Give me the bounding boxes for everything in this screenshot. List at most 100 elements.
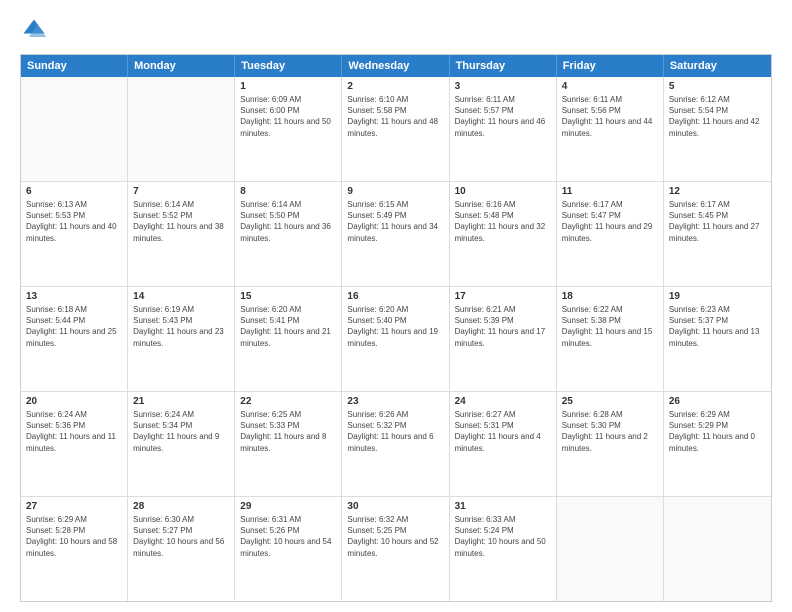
day-number: 3 bbox=[455, 81, 551, 92]
cell-content: Sunrise: 6:10 AM Sunset: 5:58 PM Dayligh… bbox=[347, 94, 443, 139]
calendar-cell: 20 Sunrise: 6:24 AM Sunset: 5:36 PM Dayli… bbox=[21, 392, 128, 496]
cell-content: Sunrise: 6:17 AM Sunset: 5:47 PM Dayligh… bbox=[562, 199, 658, 244]
calendar-cell: 16Sunrise: 6:20 AM Sunset: 5:40 PM Dayli… bbox=[342, 287, 449, 391]
calendar-cell: 22Sunrise: 6:25 AM Sunset: 5:33 PM Dayli… bbox=[235, 392, 342, 496]
cell-content: Sunrise: 6:24 AM Sunset: 5:36 PM Dayligh… bbox=[26, 409, 122, 454]
cell-content: Sunrise: 6:26 AM Sunset: 5:32 PM Dayligh… bbox=[347, 409, 443, 454]
cell-content: Sunrise: 6:12 AM Sunset: 5:54 PM Dayligh… bbox=[669, 94, 766, 139]
day-number: 29 bbox=[240, 501, 336, 512]
calendar-cell: 19 Sunrise: 6:23 AM Sunset: 5:37 PM Dayli… bbox=[664, 287, 771, 391]
calendar-cell: 30 Sunrise: 6:32 AM Sunset: 5:25 PM Dayli… bbox=[342, 497, 449, 601]
cell-content: Sunrise: 6:29 AM Sunset: 5:28 PM Dayligh… bbox=[26, 514, 122, 559]
calendar-week-4: 20 Sunrise: 6:24 AM Sunset: 5:36 PM Dayli… bbox=[21, 392, 771, 497]
day-number: 9 bbox=[347, 186, 443, 197]
cell-content: Sunrise: 6:09 AM Sunset: 6:00 PM Dayligh… bbox=[240, 94, 336, 139]
day-number: 4 bbox=[562, 81, 658, 92]
calendar-cell: 21 Sunrise: 6:24 AM Sunset: 5:34 PM Dayli… bbox=[128, 392, 235, 496]
cell-content: Sunrise: 6:20 AM Sunset: 5:41 PM Dayligh… bbox=[240, 304, 336, 349]
day-number: 27 bbox=[26, 501, 122, 512]
calendar-cell: 10 Sunrise: 6:16 AM Sunset: 5:48 PM Dayli… bbox=[450, 182, 557, 286]
day-number: 15 bbox=[240, 291, 336, 302]
day-number: 22 bbox=[240, 396, 336, 407]
cell-content: Sunrise: 6:30 AM Sunset: 5:27 PM Dayligh… bbox=[133, 514, 229, 559]
day-number: 11 bbox=[562, 186, 658, 197]
cell-content: Sunrise: 6:22 AM Sunset: 5:38 PM Dayligh… bbox=[562, 304, 658, 349]
header-cell-friday: Friday bbox=[557, 55, 664, 77]
cell-content: Sunrise: 6:32 AM Sunset: 5:25 PM Dayligh… bbox=[347, 514, 443, 559]
header-cell-tuesday: Tuesday bbox=[235, 55, 342, 77]
day-number: 6 bbox=[26, 186, 122, 197]
calendar-cell: 5Sunrise: 6:12 AM Sunset: 5:54 PM Daylig… bbox=[664, 77, 771, 181]
header-cell-sunday: Sunday bbox=[21, 55, 128, 77]
calendar-cell bbox=[128, 77, 235, 181]
calendar-week-5: 27 Sunrise: 6:29 AM Sunset: 5:28 PM Dayli… bbox=[21, 497, 771, 601]
cell-content: Sunrise: 6:23 AM Sunset: 5:37 PM Dayligh… bbox=[669, 304, 766, 349]
day-number: 28 bbox=[133, 501, 229, 512]
day-number: 24 bbox=[455, 396, 551, 407]
calendar-cell: 2 Sunrise: 6:10 AM Sunset: 5:58 PM Daylig… bbox=[342, 77, 449, 181]
cell-content: Sunrise: 6:27 AM Sunset: 5:31 PM Dayligh… bbox=[455, 409, 551, 454]
day-number: 26 bbox=[669, 396, 766, 407]
calendar-cell bbox=[557, 497, 664, 601]
day-number: 23 bbox=[347, 396, 443, 407]
calendar-cell: 15 Sunrise: 6:20 AM Sunset: 5:41 PM Dayli… bbox=[235, 287, 342, 391]
day-number: 2 bbox=[347, 81, 443, 92]
calendar-cell: 23 Sunrise: 6:26 AM Sunset: 5:32 PM Dayli… bbox=[342, 392, 449, 496]
cell-content: Sunrise: 6:17 AM Sunset: 5:45 PM Dayligh… bbox=[669, 199, 766, 244]
day-number: 31 bbox=[455, 501, 551, 512]
calendar-cell: 26 Sunrise: 6:29 AM Sunset: 5:29 PM Dayli… bbox=[664, 392, 771, 496]
calendar-cell: 27 Sunrise: 6:29 AM Sunset: 5:28 PM Dayli… bbox=[21, 497, 128, 601]
calendar-cell: 8Sunrise: 6:14 AM Sunset: 5:50 PM Daylig… bbox=[235, 182, 342, 286]
calendar-cell: 1Sunrise: 6:09 AM Sunset: 6:00 PM Daylig… bbox=[235, 77, 342, 181]
cell-content: Sunrise: 6:28 AM Sunset: 5:30 PM Dayligh… bbox=[562, 409, 658, 454]
calendar-cell: 11 Sunrise: 6:17 AM Sunset: 5:47 PM Dayli… bbox=[557, 182, 664, 286]
calendar-week-3: 13Sunrise: 6:18 AM Sunset: 5:44 PM Dayli… bbox=[21, 287, 771, 392]
header bbox=[20, 16, 772, 44]
cell-content: Sunrise: 6:33 AM Sunset: 5:24 PM Dayligh… bbox=[455, 514, 551, 559]
calendar-week-1: 1Sunrise: 6:09 AM Sunset: 6:00 PM Daylig… bbox=[21, 77, 771, 182]
cell-content: Sunrise: 6:29 AM Sunset: 5:29 PM Dayligh… bbox=[669, 409, 766, 454]
calendar-cell: 9 Sunrise: 6:15 AM Sunset: 5:49 PM Daylig… bbox=[342, 182, 449, 286]
cell-content: Sunrise: 6:21 AM Sunset: 5:39 PM Dayligh… bbox=[455, 304, 551, 349]
calendar-week-2: 6 Sunrise: 6:13 AM Sunset: 5:53 PM Daylig… bbox=[21, 182, 771, 287]
cell-content: Sunrise: 6:15 AM Sunset: 5:49 PM Dayligh… bbox=[347, 199, 443, 244]
calendar-cell: 14Sunrise: 6:19 AM Sunset: 5:43 PM Dayli… bbox=[128, 287, 235, 391]
cell-content: Sunrise: 6:11 AM Sunset: 5:56 PM Dayligh… bbox=[562, 94, 658, 139]
day-number: 14 bbox=[133, 291, 229, 302]
calendar: SundayMondayTuesdayWednesdayThursdayFrid… bbox=[20, 54, 772, 602]
cell-content: Sunrise: 6:31 AM Sunset: 5:26 PM Dayligh… bbox=[240, 514, 336, 559]
day-number: 30 bbox=[347, 501, 443, 512]
day-number: 25 bbox=[562, 396, 658, 407]
cell-content: Sunrise: 6:11 AM Sunset: 5:57 PM Dayligh… bbox=[455, 94, 551, 139]
calendar-header: SundayMondayTuesdayWednesdayThursdayFrid… bbox=[21, 55, 771, 77]
logo bbox=[20, 16, 52, 44]
page: SundayMondayTuesdayWednesdayThursdayFrid… bbox=[0, 0, 792, 612]
logo-icon bbox=[20, 16, 48, 44]
day-number: 20 bbox=[26, 396, 122, 407]
day-number: 17 bbox=[455, 291, 551, 302]
day-number: 10 bbox=[455, 186, 551, 197]
calendar-cell: 24 Sunrise: 6:27 AM Sunset: 5:31 PM Dayli… bbox=[450, 392, 557, 496]
calendar-cell: 6 Sunrise: 6:13 AM Sunset: 5:53 PM Daylig… bbox=[21, 182, 128, 286]
calendar-cell: 31 Sunrise: 6:33 AM Sunset: 5:24 PM Dayli… bbox=[450, 497, 557, 601]
day-number: 8 bbox=[240, 186, 336, 197]
calendar-cell bbox=[664, 497, 771, 601]
day-number: 7 bbox=[133, 186, 229, 197]
header-cell-saturday: Saturday bbox=[664, 55, 771, 77]
day-number: 21 bbox=[133, 396, 229, 407]
cell-content: Sunrise: 6:13 AM Sunset: 5:53 PM Dayligh… bbox=[26, 199, 122, 244]
cell-content: Sunrise: 6:20 AM Sunset: 5:40 PM Dayligh… bbox=[347, 304, 443, 349]
cell-content: Sunrise: 6:24 AM Sunset: 5:34 PM Dayligh… bbox=[133, 409, 229, 454]
header-cell-thursday: Thursday bbox=[450, 55, 557, 77]
day-number: 19 bbox=[669, 291, 766, 302]
cell-content: Sunrise: 6:16 AM Sunset: 5:48 PM Dayligh… bbox=[455, 199, 551, 244]
calendar-body: 1Sunrise: 6:09 AM Sunset: 6:00 PM Daylig… bbox=[21, 77, 771, 601]
day-number: 13 bbox=[26, 291, 122, 302]
calendar-cell: 3 Sunrise: 6:11 AM Sunset: 5:57 PM Daylig… bbox=[450, 77, 557, 181]
calendar-cell: 28 Sunrise: 6:30 AM Sunset: 5:27 PM Dayli… bbox=[128, 497, 235, 601]
day-number: 12 bbox=[669, 186, 766, 197]
calendar-cell: 12 Sunrise: 6:17 AM Sunset: 5:45 PM Dayli… bbox=[664, 182, 771, 286]
calendar-cell: 17 Sunrise: 6:21 AM Sunset: 5:39 PM Dayli… bbox=[450, 287, 557, 391]
calendar-cell: 25 Sunrise: 6:28 AM Sunset: 5:30 PM Dayli… bbox=[557, 392, 664, 496]
calendar-cell: 4 Sunrise: 6:11 AM Sunset: 5:56 PM Daylig… bbox=[557, 77, 664, 181]
